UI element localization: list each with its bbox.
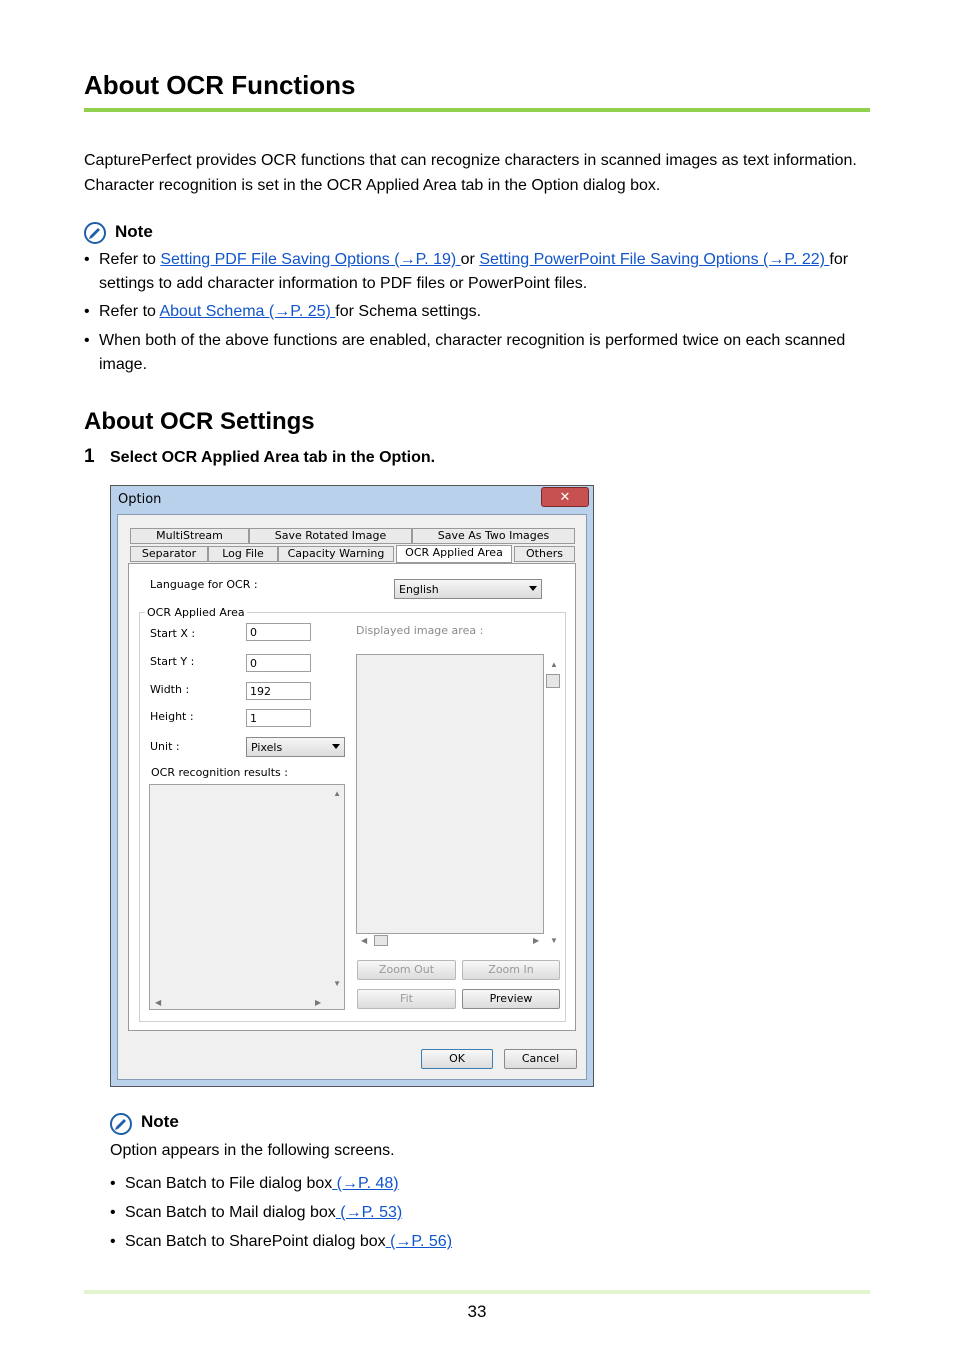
note-intro: Option appears in the following screens. <box>110 1142 395 1159</box>
intro-paragraph: CapturePerfect provides OCR functions th… <box>84 152 857 194</box>
link-page-53[interactable]: (→P. 53) <box>336 1204 402 1221</box>
displayed-image-area[interactable] <box>356 654 544 934</box>
start-x-label: Start X : <box>150 627 196 640</box>
group-label: OCR Applied Area <box>145 606 247 619</box>
unit-label: Unit : <box>150 740 180 753</box>
start-x-input[interactable]: 0 <box>246 623 311 641</box>
link-about-schema[interactable]: About Schema (→P. 25) <box>159 303 335 320</box>
text: Scan Batch to Mail dialog box <box>125 1204 336 1221</box>
scroll-up-icon[interactable]: ▲ <box>550 660 558 669</box>
section-heading: About OCR Settings <box>84 408 315 435</box>
text: or <box>460 251 480 268</box>
scroll-thumb[interactable] <box>374 935 388 946</box>
list-item: Refer to Setting PDF File Saving Options… <box>84 248 874 296</box>
text: Refer to <box>99 303 160 320</box>
heading-rule <box>84 108 870 112</box>
note-title: Note <box>141 1112 179 1131</box>
language-label: Language for OCR : <box>150 578 258 591</box>
height-label: Height : <box>150 710 194 723</box>
scroll-right-icon[interactable]: ▶ <box>315 998 321 1007</box>
scroll-down-icon[interactable]: ▼ <box>333 979 341 988</box>
scroll-thumb[interactable] <box>546 674 560 688</box>
page-heading: About OCR Functions <box>84 70 356 100</box>
link-page-48[interactable]: (→P. 48) <box>332 1175 399 1192</box>
height-input[interactable]: 1 <box>246 709 311 727</box>
list-item: Scan Batch to Mail dialog box (→P. 53) <box>110 1198 850 1227</box>
tab-log-file[interactable]: Log File <box>208 546 278 562</box>
footer-rule <box>84 1290 870 1294</box>
ok-button[interactable]: OK <box>421 1049 493 1069</box>
tab-others[interactable]: Others <box>514 546 575 562</box>
step-text: Select OCR Applied Area tab in the Optio… <box>110 449 436 466</box>
page-number: 33 <box>467 1302 487 1321</box>
tab-ocr-applied-area[interactable]: OCR Applied Area <box>396 545 512 563</box>
preview-button[interactable]: Preview <box>462 989 560 1009</box>
dialog-client: MultiStream Save Rotated Image Save As T… <box>117 514 587 1080</box>
option-dialog: Option ✕ MultiStream Save Rotated Image … <box>110 485 594 1087</box>
scroll-up-icon[interactable]: ▲ <box>333 789 341 798</box>
width-input[interactable]: 192 <box>246 682 311 700</box>
step-number: 1 <box>84 446 95 467</box>
scroll-right-icon[interactable]: ▶ <box>533 936 539 945</box>
unit-value: Pixels <box>251 741 283 754</box>
tab-multistream[interactable]: MultiStream <box>130 528 249 544</box>
note-icon <box>84 222 106 244</box>
list-item: When both of the above functions are ena… <box>84 329 874 377</box>
tab-save-as-two-images[interactable]: Save As Two Images <box>412 528 575 544</box>
tab-separator[interactable]: Separator <box>130 546 208 562</box>
text: Scan Batch to File dialog box <box>125 1175 333 1192</box>
displayed-area-label: Displayed image area : <box>356 624 484 637</box>
start-y-input[interactable]: 0 <box>246 654 311 672</box>
scroll-left-icon[interactable]: ◀ <box>361 936 367 945</box>
scroll-down-icon[interactable]: ▼ <box>550 936 558 945</box>
note-title: Note <box>115 222 153 241</box>
unit-select[interactable]: Pixels <box>246 737 345 757</box>
note-bullet-list: Scan Batch to File dialog box (→P. 48) S… <box>110 1169 850 1256</box>
text: Scan Batch to SharePoint dialog box <box>125 1233 386 1250</box>
text: Refer to <box>99 251 161 268</box>
link-page-56[interactable]: (→P. 56) <box>386 1233 452 1250</box>
language-value: English <box>399 583 439 596</box>
link-powerpoint-saving-options[interactable]: Setting PowerPoint File Saving Options (… <box>479 251 829 268</box>
chevron-down-icon <box>529 586 537 591</box>
note-bullet-list: Refer to Setting PDF File Saving Options… <box>84 248 874 377</box>
fit-button[interactable]: Fit <box>357 989 456 1009</box>
ocr-results-area[interactable]: ▲ ▼ ◀ ▶ <box>149 784 345 1010</box>
note-icon <box>110 1113 132 1135</box>
list-item: Refer to About Schema (→P. 25) for Schem… <box>84 300 874 324</box>
tab-panel: Language for OCR : English OCR Applied A… <box>128 563 576 1031</box>
results-label: OCR recognition results : <box>151 766 288 779</box>
dialog-title: Option <box>118 492 162 507</box>
close-button[interactable]: ✕ <box>541 487 589 507</box>
text: for Schema settings. <box>335 303 482 320</box>
cancel-button[interactable]: Cancel <box>504 1049 577 1069</box>
zoom-in-button[interactable]: Zoom In <box>462 960 560 980</box>
start-y-label: Start Y : <box>150 655 195 668</box>
zoom-out-button[interactable]: Zoom Out <box>357 960 456 980</box>
link-pdf-saving-options[interactable]: Setting PDF File Saving Options (→P. 19) <box>160 251 460 268</box>
tab-save-rotated-image[interactable]: Save Rotated Image <box>249 528 412 544</box>
chevron-down-icon <box>332 744 340 749</box>
language-select[interactable]: English <box>394 579 542 599</box>
list-item: Scan Batch to SharePoint dialog box (→P.… <box>110 1227 850 1256</box>
scroll-left-icon[interactable]: ◀ <box>155 998 161 1007</box>
tab-capacity-warning[interactable]: Capacity Warning <box>278 546 394 562</box>
list-item: Scan Batch to File dialog box (→P. 48) <box>110 1169 850 1198</box>
width-label: Width : <box>150 683 190 696</box>
